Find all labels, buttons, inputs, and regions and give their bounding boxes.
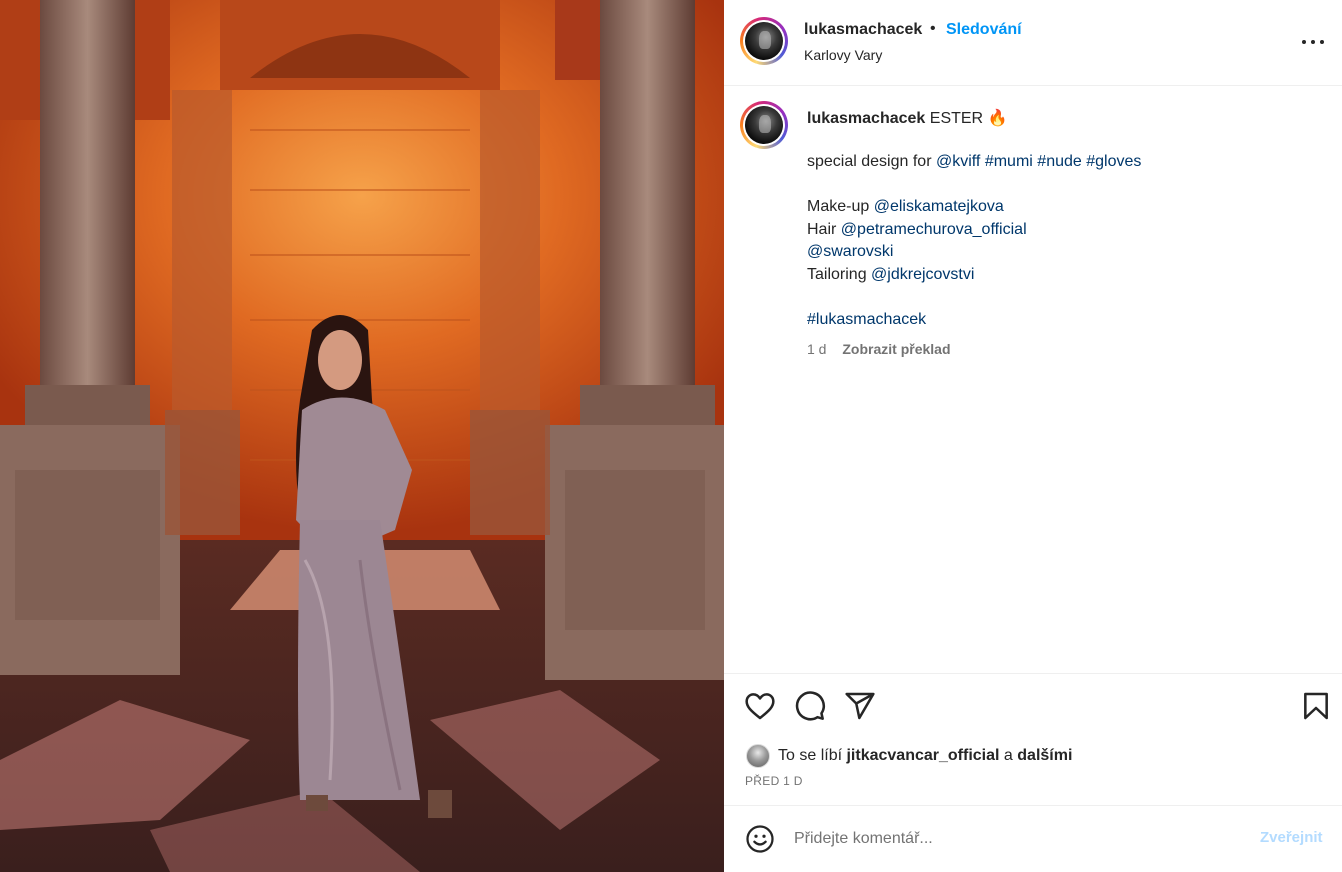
fire-emoji: 🔥 (987, 110, 1008, 127)
mention-tailoring[interactable]: @jdkrejcovstvi (871, 266, 974, 283)
author-avatar-image (745, 22, 783, 60)
mention-swarovski[interactable]: @swarovski (807, 243, 893, 260)
caption-hair-line: Hair @petramechurova_official (807, 221, 1027, 239)
comment-input[interactable] (794, 826, 1234, 852)
caption-tailoring-line: Tailoring @jdkrejcovstvi (807, 266, 974, 284)
likes-prefix: To se líbí (778, 747, 843, 764)
post-header: lukasmachacek • Sledování Karlovy Vary (724, 0, 1342, 86)
caption-avatar-image (745, 106, 783, 144)
likes-text: To se líbí jitkacvancar_official a další… (778, 747, 1072, 765)
post-sidebar: lukasmachacek • Sledování Karlovy Vary l… (724, 0, 1342, 872)
send-icon[interactable] (844, 690, 876, 722)
author-avatar[interactable] (740, 17, 788, 65)
separator-dot: • (930, 20, 936, 37)
liker-username[interactable]: jitkacvancar_official (846, 747, 999, 764)
caption-author-avatar[interactable] (740, 101, 788, 149)
hashtag-lukasmachacek[interactable]: #lukasmachacek (807, 311, 926, 328)
mention-makeup[interactable]: @eliskamatejkova (874, 198, 1004, 215)
hashtag-gloves[interactable]: #gloves (1086, 153, 1141, 170)
heart-icon[interactable] (744, 690, 776, 722)
translate-button[interactable]: Zobrazit překlad (842, 341, 950, 357)
post-date[interactable]: PŘED 1 D (745, 774, 803, 788)
tailoring-label: Tailoring (807, 266, 867, 283)
makeup-label: Make-up (807, 198, 870, 215)
caption-makeup-line: Make-up @eliskamatejkova (807, 198, 1004, 216)
caption-swarovski-line: @swarovski (807, 243, 893, 261)
hashtag-mumi[interactable]: #mumi (985, 153, 1033, 170)
caption-design-line: special design for @kviff #mumi #nude #g… (807, 153, 1141, 171)
comment-bar: Zveřejnit (724, 805, 1342, 872)
hair-label: Hair (807, 221, 837, 238)
hashtag-nude[interactable]: #nude (1037, 153, 1082, 170)
mention-hair[interactable]: @petramechurova_official (841, 221, 1027, 238)
mention-kviff[interactable]: @kviff (936, 153, 980, 170)
following-button[interactable]: Sledování (946, 21, 1022, 39)
liker-avatar[interactable] (746, 744, 770, 768)
caption-username[interactable]: lukasmachacek (807, 110, 925, 127)
caption-age[interactable]: 1 d (807, 341, 826, 357)
smiley-icon[interactable] (745, 824, 775, 854)
comment-icon[interactable] (794, 690, 826, 722)
author-username[interactable]: lukasmachacek (804, 21, 922, 39)
photo-illustration (0, 0, 724, 872)
design-prefix: special design for (807, 153, 932, 170)
post-location[interactable]: Karlovy Vary (804, 47, 882, 63)
post-photo[interactable] (0, 0, 724, 872)
likes-others-link[interactable]: dalšími (1017, 747, 1072, 764)
caption-meta: 1 d Zobrazit překlad (807, 341, 951, 357)
caption-title: ESTER (929, 110, 984, 127)
post-actions: To se líbí jitkacvancar_official a další… (724, 673, 1342, 805)
likes-conjunction: a (1003, 747, 1013, 764)
caption-title-line: lukasmachacek ESTER 🔥 (807, 108, 1007, 128)
bookmark-icon[interactable] (1300, 690, 1332, 722)
post-comment-button[interactable]: Zveřejnit (1260, 829, 1323, 846)
caption-final-line: #lukasmachacek (807, 311, 926, 329)
more-horizontal-icon[interactable] (1300, 30, 1330, 54)
